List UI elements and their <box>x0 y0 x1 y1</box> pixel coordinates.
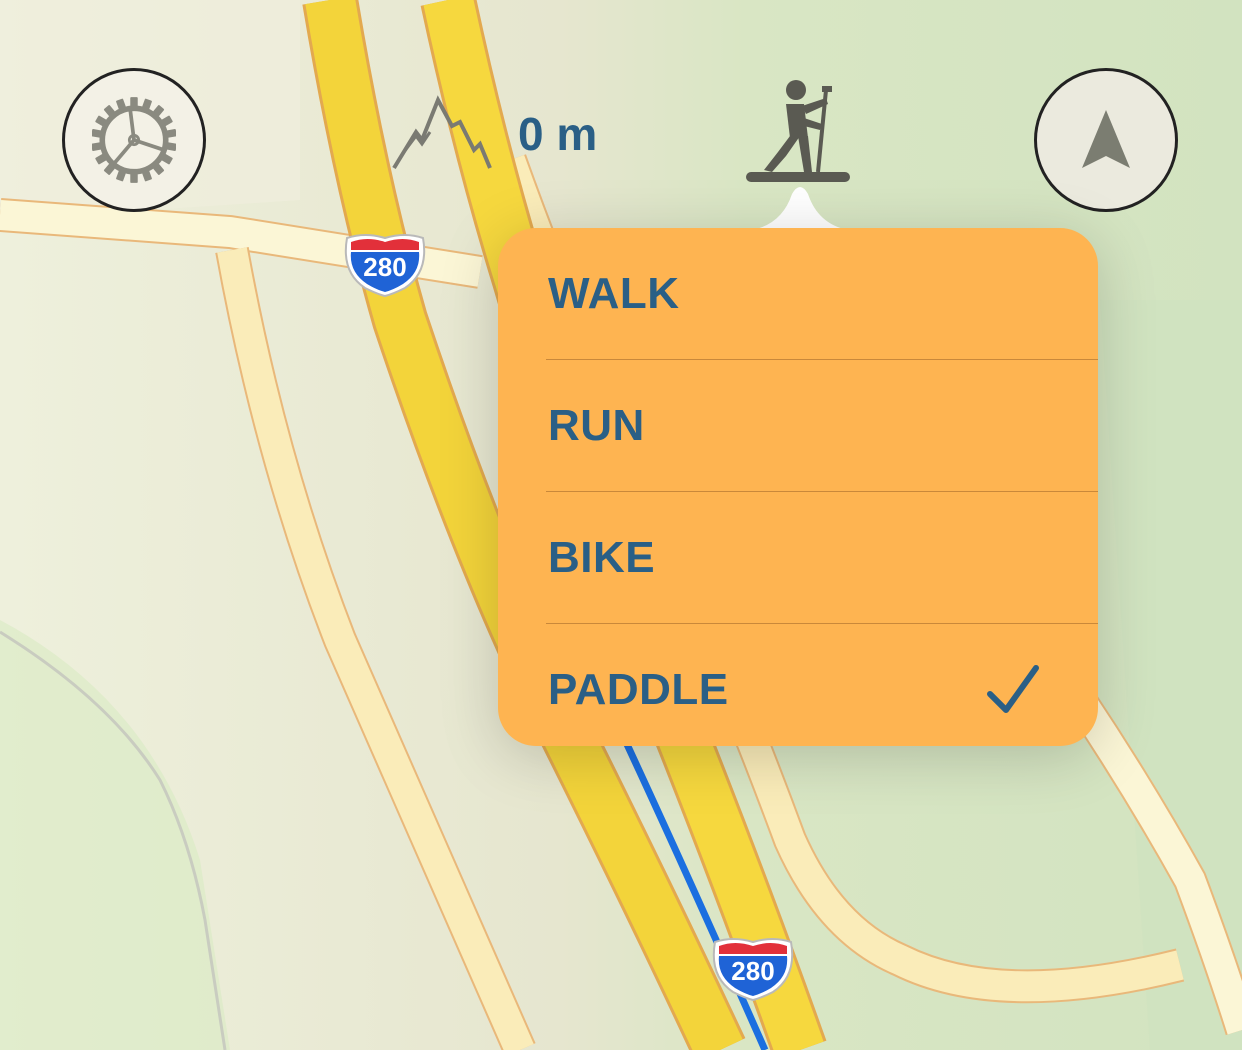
activity-menu: WALK RUN BIKE PADDLE <box>498 228 1098 746</box>
activity-selector-button[interactable] <box>742 76 856 188</box>
popover-pointer <box>752 187 848 230</box>
menu-item-label: BIKE <box>548 533 656 582</box>
checkmark-icon <box>987 665 1039 713</box>
settings-button[interactable] <box>62 68 206 212</box>
menu-item-walk[interactable]: WALK <box>498 228 1098 360</box>
current-location-button[interactable] <box>1034 68 1178 212</box>
location-arrow-icon <box>1082 110 1130 168</box>
gear-icon <box>92 97 176 183</box>
menu-item-label: RUN <box>548 401 645 450</box>
paddleboard-icon <box>746 80 850 182</box>
menu-item-paddle[interactable]: PADDLE <box>498 624 1098 746</box>
menu-item-label: PADDLE <box>548 665 729 714</box>
menu-item-run[interactable]: RUN <box>498 360 1098 492</box>
mountain-icon <box>392 95 492 170</box>
menu-item-label: WALK <box>548 269 680 318</box>
elevation-display <box>390 92 492 172</box>
menu-item-bike[interactable]: BIKE <box>498 492 1098 624</box>
elevation-value: 0 m <box>518 108 598 160</box>
shield-number: 280 <box>363 252 406 282</box>
shield-number: 280 <box>731 956 774 986</box>
